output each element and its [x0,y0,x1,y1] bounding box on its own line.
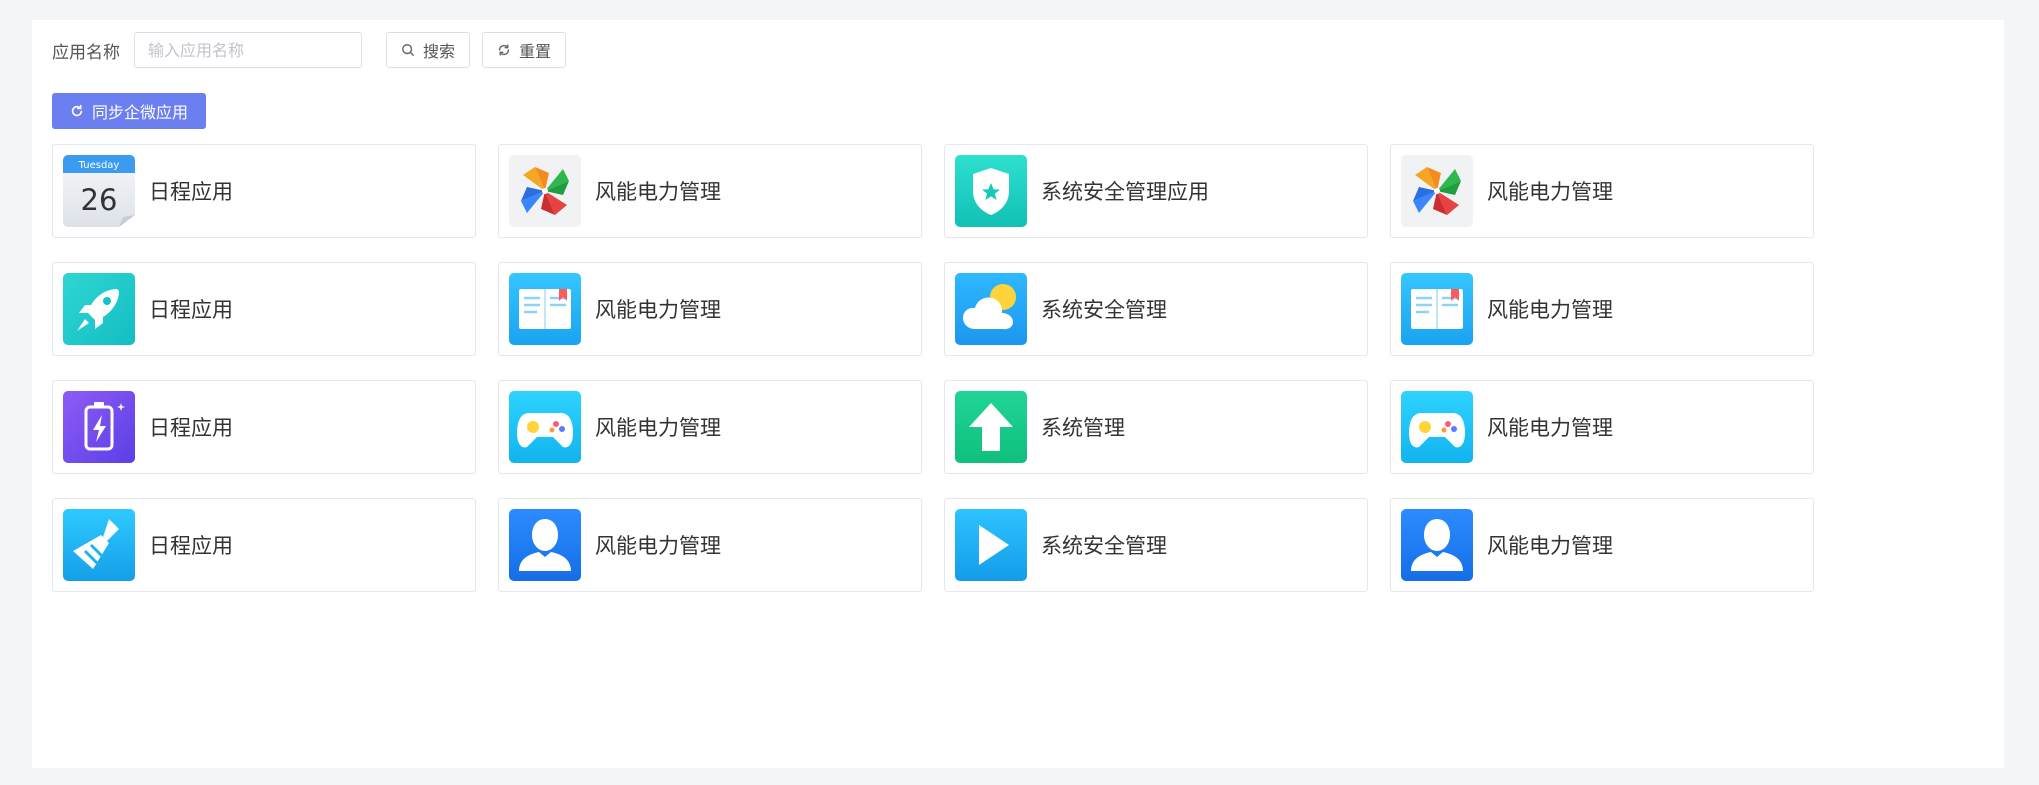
app-name: 系统管理 [1041,416,1125,440]
calendar-icon: Tuesday 26 [63,155,135,227]
app-card[interactable]: 风能电力管理 [1390,144,1814,238]
app-card[interactable]: 风能电力管理 [498,262,922,356]
battery-icon [63,391,135,463]
app-card[interactable]: 日程应用 [52,262,476,356]
weather-icon [955,273,1027,345]
app-name: 风能电力管理 [1487,416,1613,440]
search-label: 应用名称 [52,42,120,63]
app-card[interactable]: 系统管理 [944,380,1368,474]
user-icon [1401,509,1473,581]
app-name: 日程应用 [149,416,233,440]
app-name: 风能电力管理 [595,534,721,558]
svg-text:26: 26 [81,183,118,217]
app-card[interactable]: 系统安全管理应用 [944,144,1368,238]
book-icon [1401,273,1473,345]
user-icon [509,509,581,581]
pinwheel-icon [509,155,581,227]
app-name: 日程应用 [149,180,233,204]
app-name: 系统安全管理应用 [1041,180,1209,204]
main-panel: 应用名称 搜索 重置 同步企微应用 [32,20,2004,768]
play-icon [955,509,1027,581]
app-name: 日程应用 [149,298,233,322]
app-name: 风能电力管理 [1487,180,1613,204]
app-card[interactable]: 风能电力管理 [498,380,922,474]
app-card[interactable]: 风能电力管理 [1390,380,1814,474]
app-name: 风能电力管理 [595,180,721,204]
svg-text:Tuesday: Tuesday [78,160,120,171]
app-name-input[interactable] [134,32,362,68]
sync-wecom-apps-button[interactable]: 同步企微应用 [52,93,207,129]
search-icon [402,44,414,56]
app-card[interactable]: 风能电力管理 [1390,498,1814,592]
reset-button-label: 重置 [519,42,552,61]
refresh-icon [498,44,510,56]
app-grid: Tuesday 26 日程应用 风能电力管理 系统安全管理应用 风能电力管理 日… [52,144,1814,592]
book-icon [509,273,581,345]
app-card[interactable]: 系统安全管理 [944,262,1368,356]
broom-icon [63,509,135,581]
app-card[interactable]: 风能电力管理 [498,144,922,238]
gamepad-icon [1401,391,1473,463]
app-name: 风能电力管理 [595,416,721,440]
search-button[interactable]: 搜索 [386,32,471,68]
shield-icon [955,155,1027,227]
app-name: 系统安全管理 [1041,298,1167,322]
app-card[interactable]: 风能电力管理 [1390,262,1814,356]
gamepad-icon [509,391,581,463]
sync-button-label: 同步企微应用 [92,103,189,122]
refresh-icon [71,104,83,117]
search-button-label: 搜索 [423,42,456,61]
arrow-up-icon [955,391,1027,463]
app-name: 风能电力管理 [1487,298,1613,322]
app-name: 日程应用 [149,534,233,558]
app-name: 风能电力管理 [595,298,721,322]
app-card[interactable]: 风能电力管理 [498,498,922,592]
app-name: 风能电力管理 [1487,534,1613,558]
app-card[interactable]: 日程应用 [52,498,476,592]
app-name: 系统安全管理 [1041,534,1167,558]
reset-button[interactable]: 重置 [482,32,567,68]
pinwheel-icon [1401,155,1473,227]
rocket-icon [63,273,135,345]
app-card[interactable]: Tuesday 26 日程应用 [52,144,476,238]
app-card[interactable]: 日程应用 [52,380,476,474]
app-card[interactable]: 系统安全管理 [944,498,1368,592]
search-bar: 应用名称 搜索 重置 [52,32,567,68]
